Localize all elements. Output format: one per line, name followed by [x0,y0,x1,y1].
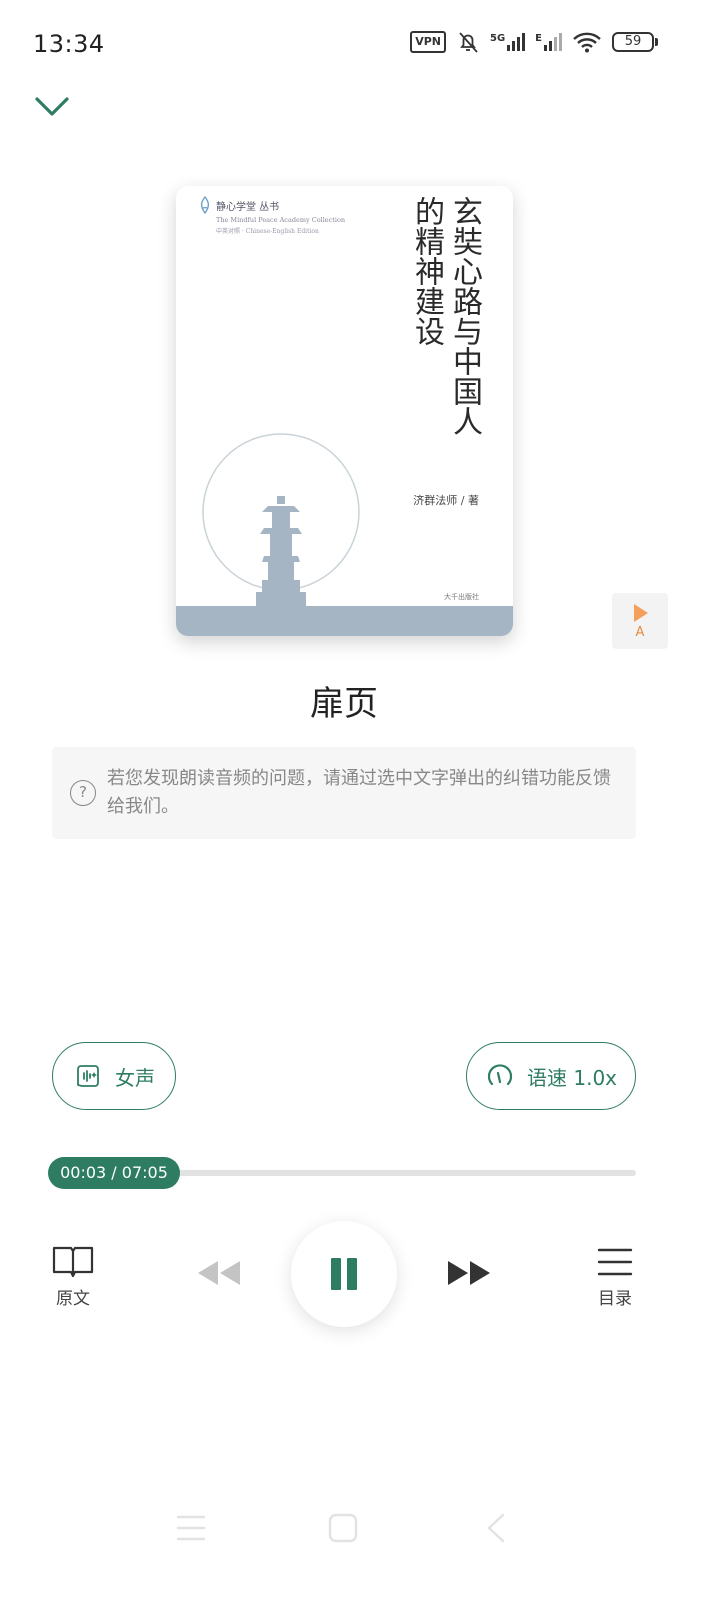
chevron-down-icon[interactable] [32,90,72,126]
lotus-logo-icon [200,196,210,214]
floating-read-button[interactable]: A [612,593,668,649]
battery-level: 59 [612,32,654,52]
network-type-label-2: E [535,33,542,44]
pause-button[interactable] [291,1221,397,1327]
back-nav-icon[interactable] [487,1513,505,1543]
battery-icon: 59 [612,32,658,52]
vpn-icon: VPN [410,31,446,53]
book-open-icon [52,1246,94,1278]
system-nav-bar [176,1513,505,1543]
rewind-icon[interactable] [196,1256,242,1290]
cover-band [176,606,513,636]
pagoda-illustration [202,433,360,606]
pause-icon [331,1258,341,1290]
fast-forward-icon[interactable] [446,1256,492,1290]
status-bar: 13:34 VPN 5G E 59 [0,0,702,90]
voice-select-button[interactable]: 女声 [52,1042,176,1110]
speedometer-icon [487,1064,513,1086]
play-triangle-icon [634,604,648,622]
bell-off-icon [459,32,478,53]
recents-nav-icon[interactable] [176,1515,206,1541]
chapter-title: 扉页 [310,684,378,724]
question-circle-icon: ? [70,780,96,806]
cover-title: 玄奘心路与中国人的精神建设 [409,196,482,436]
voice-wave-icon [77,1065,99,1087]
cover-series: 静心学堂 丛书 The Mindful Peace Academy Collec… [198,196,345,235]
feedback-notice: ? 若您发现朗读音频的问题，请通过选中文字弹出的纠错功能反馈给我们。 [52,747,636,839]
cover-series-en: The Mindful Peace Academy Collection [216,216,346,224]
speed-select-button[interactable]: 语速 1.0x [466,1042,636,1110]
cover-series-cn: 静心学堂 丛书 [216,201,280,213]
status-time: 13:34 [33,30,105,58]
wifi-icon [573,32,601,53]
cover-publisher: 大千出版社 [444,593,479,601]
speed-label: 语速 1.0x [527,1065,617,1090]
voice-label: 女声 [115,1065,155,1090]
progress-thumb[interactable]: 00:03 / 07:05 [48,1157,180,1189]
signal-5g-icon: 5G [489,33,526,51]
cover-author: 济群法师 / 著 [413,494,479,507]
cover-series-edition: 中英对照 · Chinese-English Edition [216,228,319,235]
original-text-button[interactable]: 原文 [50,1244,96,1309]
network-type-label: 5G [489,33,506,44]
book-cover: 静心学堂 丛书 The Mindful Peace Academy Collec… [176,186,513,636]
status-icons: VPN 5G E 59 [410,30,658,54]
toc-label: 目录 [598,1289,632,1309]
floating-read-label: A [635,625,645,640]
feedback-notice-text: 若您发现朗读音频的问题，请通过选中文字弹出的纠错功能反馈给我们。 [107,768,611,817]
original-text-label: 原文 [56,1289,90,1309]
menu-list-icon [597,1248,633,1276]
toc-button[interactable]: 目录 [592,1244,638,1309]
home-nav-icon[interactable] [328,1513,358,1543]
signal-e-icon: E [535,33,562,51]
